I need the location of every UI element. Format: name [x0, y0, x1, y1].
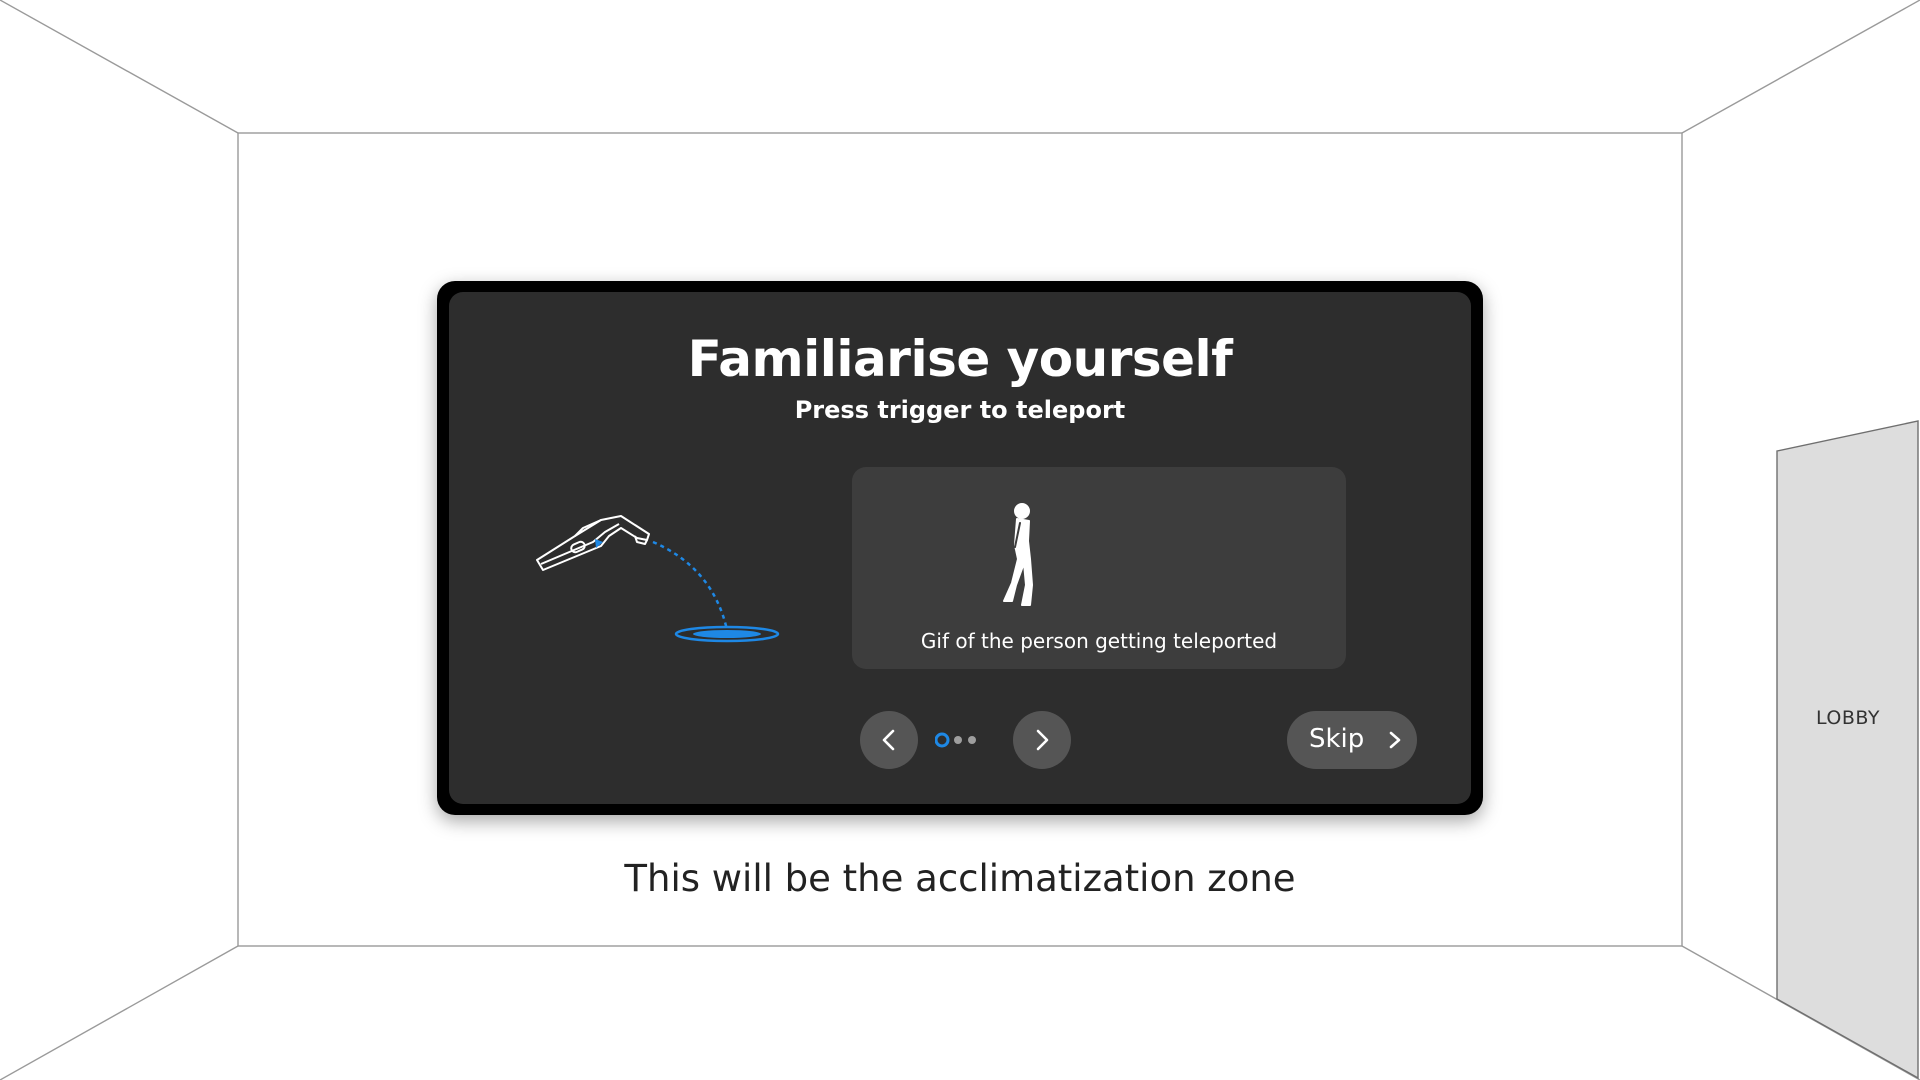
vr-room-mockup: LOBBY Familiarise yourself Press trigger…	[0, 0, 1920, 1080]
teleport-target-icon	[674, 625, 780, 643]
page-dot-active	[935, 732, 950, 748]
teleport-illustration	[536, 515, 780, 643]
ceiling-edge-left	[0, 0, 239, 134]
tutorial-panel-body: Familiarise yourself Press trigger to te…	[449, 292, 1471, 804]
page-dot	[968, 736, 976, 744]
chevron-right-icon	[1389, 731, 1401, 749]
skip-button[interactable]: Skip	[1287, 711, 1417, 769]
tutorial-title: Familiarise yourself	[687, 330, 1233, 388]
tutorial-panel: Familiarise yourself Press trigger to te…	[437, 281, 1483, 815]
chevron-left-icon	[882, 729, 895, 751]
tutorial-subtitle: Press trigger to teleport	[794, 396, 1126, 424]
teleport-arc	[652, 540, 729, 631]
vr-controller-icon	[536, 515, 650, 571]
zone-caption: This will be the acclimatization zone	[624, 857, 1296, 900]
ceiling-edge-right	[1681, 0, 1920, 134]
lobby-door-label[interactable]: LOBBY	[1778, 707, 1918, 729]
page-indicator	[935, 732, 976, 748]
floor-edge-left	[0, 945, 239, 1080]
walking-person-icon	[1003, 503, 1033, 606]
gif-caption: Gif of the person getting teleported	[920, 629, 1278, 653]
page-dot	[954, 736, 962, 744]
next-button[interactable]	[1013, 711, 1071, 769]
chevron-right-icon	[1036, 729, 1049, 751]
gif-placeholder-card: Gif of the person getting teleported	[852, 467, 1346, 669]
lobby-door	[1776, 420, 1919, 1080]
skip-label: Skip	[1309, 724, 1365, 754]
previous-button[interactable]	[860, 711, 918, 769]
